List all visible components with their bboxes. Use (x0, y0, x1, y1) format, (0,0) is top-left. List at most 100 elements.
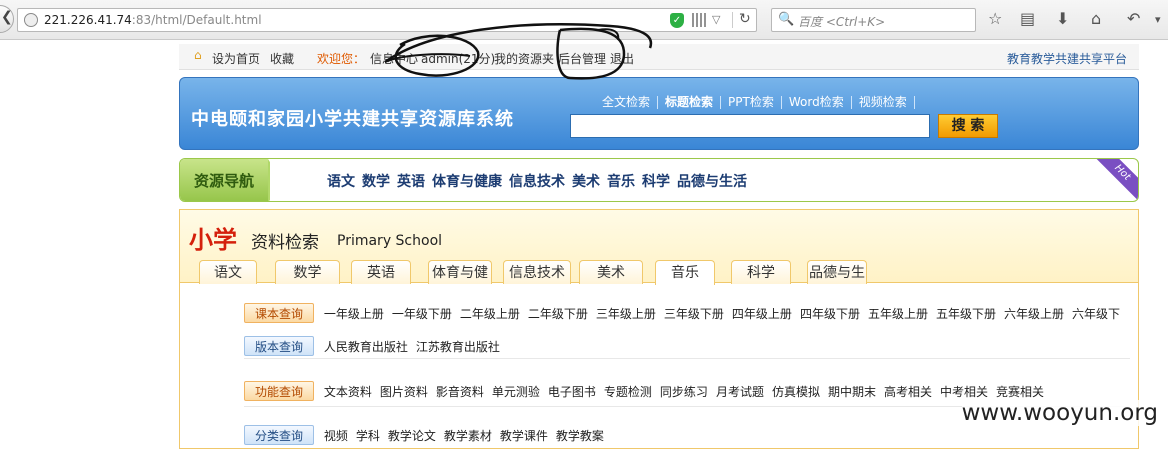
panel-subtitle: 资料检索 (251, 233, 319, 253)
list-item[interactable]: 仿真模拟 (772, 383, 820, 400)
function-query-label: 功能查询 (244, 381, 314, 401)
watermark: www.wooyun.org (961, 400, 1158, 426)
back-button[interactable]: ❮ (0, 5, 14, 33)
tab-ppt-search[interactable]: PPT检索 (721, 96, 782, 109)
tab-music[interactable]: 音乐 (655, 260, 715, 285)
browser-search-input[interactable]: 🔍 百度 <Ctrl+K> (771, 8, 976, 32)
resource-nav-items: 语文 数学 英语 体育与健康 信息技术 美术 音乐 科学 品德与生活 (327, 171, 754, 191)
nav-item-chinese[interactable]: 语文 (327, 171, 355, 191)
tab-chinese[interactable]: 语文 (199, 260, 257, 284)
site-banner: 中电颐和家园小学共建共享资源库系统 全文检索 标题检索 PPT检索 Word检索 视频检… (179, 77, 1139, 150)
reload-icon[interactable]: ↻ (739, 11, 751, 27)
list-item[interactable]: 教学课件 (500, 427, 548, 444)
tab-english[interactable]: 英语 (351, 260, 411, 284)
list-item[interactable]: 二年级上册 (460, 305, 520, 322)
tab-morality[interactable]: 品德与生 (807, 260, 867, 284)
textbook-query-row: 课本查询 一年级上册 一年级下册 二年级上册 二年级下册 三年级上册 三年级下册 四年级上册… (244, 303, 1128, 323)
tab-title-search[interactable]: 标题检索 (658, 96, 722, 109)
list-item[interactable]: 四年级上册 (732, 305, 792, 322)
address-bar[interactable]: 221.226.41.74:83/html/Default.html ✓ ▽ ↻ (17, 8, 757, 32)
top-strip: ⌂ 设为首页 收藏 欢迎您： 信息中心 admin(21分) 我的资源夹 后台管… (179, 44, 1139, 70)
search-icon: 🔍 (778, 12, 795, 27)
nav-item-music[interactable]: 音乐 (607, 171, 635, 191)
nav-item-math[interactable]: 数学 (362, 171, 390, 191)
list-item[interactable]: 六年级上册 (1004, 305, 1064, 322)
nav-arrow-shape-inner (270, 159, 284, 201)
list-item[interactable]: 视频 (324, 427, 348, 444)
list-item[interactable]: 竞赛相关 (996, 383, 1044, 400)
globe-icon (24, 13, 38, 27)
list-item[interactable]: 六年级下 (1072, 305, 1120, 322)
undo-icon[interactable]: ↶ (1127, 9, 1140, 28)
list-item[interactable]: 专题检测 (604, 383, 652, 400)
user-link[interactable]: admin(21分) (421, 50, 495, 67)
list-item[interactable]: 五年级上册 (868, 305, 928, 322)
set-homepage-link[interactable]: 设为首页 (212, 50, 260, 67)
tab-science[interactable]: 科学 (731, 260, 791, 284)
search-button[interactable]: 搜 索 (938, 114, 998, 138)
list-item[interactable]: 期中期末 (828, 383, 876, 400)
divider (732, 12, 733, 28)
platform-link[interactable]: 教育教学共建共享平台 (1007, 50, 1127, 67)
list-item[interactable]: 文本资料 (324, 383, 372, 400)
nav-item-morality[interactable]: 品德与生活 (677, 171, 747, 191)
list-item[interactable]: 电子图书 (548, 383, 596, 400)
list-item[interactable]: 二年级下册 (528, 305, 588, 322)
star-icon[interactable]: ☆ (988, 9, 1002, 28)
list-item[interactable]: 同步练习 (660, 383, 708, 400)
my-resources-link[interactable]: 我的资源夹 (494, 50, 554, 67)
site-search-input[interactable] (570, 114, 930, 138)
welcome-label: 欢迎您： (317, 52, 366, 66)
list-item[interactable]: 江苏教育出版社 (416, 338, 500, 355)
list-item[interactable]: 单元测验 (492, 383, 540, 400)
search-tabs: 全文检索 标题检索 PPT检索 Word检索 视频检索 (595, 95, 915, 109)
nav-item-english[interactable]: 英语 (397, 171, 425, 191)
version-query-label: 版本查询 (244, 336, 314, 356)
version-query-row: 版本查询 人民教育出版社 江苏教育出版社 (244, 336, 508, 356)
tab-word-search[interactable]: Word检索 (782, 96, 852, 109)
tab-it[interactable]: 信息技术 (503, 260, 571, 284)
security-shield-icon[interactable]: ✓ (670, 13, 684, 28)
qr-code-icon[interactable] (692, 13, 706, 27)
category-query-label: 分类查询 (244, 425, 314, 445)
tab-art[interactable]: 美术 (579, 260, 643, 284)
reading-list-icon[interactable]: ▤ (1020, 9, 1035, 28)
tab-video-search[interactable]: 视频检索 (852, 96, 915, 109)
logout-link[interactable]: 退出 (610, 50, 634, 67)
list-item[interactable]: 学科 (356, 427, 380, 444)
list-item[interactable]: 四年级下册 (800, 305, 860, 322)
tab-math[interactable]: 数学 (275, 260, 340, 284)
list-item[interactable]: 三年级下册 (664, 305, 724, 322)
list-item[interactable]: 中考相关 (940, 383, 988, 400)
list-item[interactable]: 一年级下册 (392, 305, 452, 322)
list-item[interactable]: 五年级下册 (936, 305, 996, 322)
tab-fulltext-search[interactable]: 全文检索 (595, 96, 659, 109)
list-item[interactable]: 图片资料 (380, 383, 428, 400)
list-item[interactable]: 影音资料 (436, 383, 484, 400)
info-center-link[interactable]: 信息中心 (370, 50, 418, 67)
nav-item-art[interactable]: 美术 (572, 171, 600, 191)
nav-item-science[interactable]: 科学 (642, 171, 670, 191)
list-item[interactable]: 高考相关 (884, 383, 932, 400)
list-item[interactable]: 三年级上册 (596, 305, 656, 322)
tab-pe[interactable]: 体育与健 (428, 260, 492, 284)
home-icon: ⌂ (194, 48, 202, 62)
list-item[interactable]: 教学论文 (388, 427, 436, 444)
admin-panel-link[interactable]: 后台管理 (558, 50, 606, 67)
site-title: 中电颐和家园小学共建共享资源库系统 (191, 109, 514, 130)
chevron-down-icon[interactable]: ▽ (712, 13, 720, 26)
list-item[interactable]: 一年级上册 (324, 305, 384, 322)
function-query-row: 功能查询 文本资料 图片资料 影音资料 单元测验 电子图书 专题检测 同步练习 月考试题 仿真模… (244, 381, 1052, 401)
favorite-link[interactable]: 收藏 (270, 50, 294, 67)
menu-chevron-icon[interactable]: ▾ (1155, 13, 1161, 26)
list-item[interactable]: 教学素材 (444, 427, 492, 444)
nav-item-it[interactable]: 信息技术 (509, 171, 565, 191)
list-item[interactable]: 月考试题 (716, 383, 764, 400)
list-item[interactable]: 人民教育出版社 (324, 338, 408, 355)
list-item[interactable]: 教学教案 (556, 427, 604, 444)
url-text[interactable]: 221.226.41.74:83/html/Default.html (44, 13, 262, 27)
home-icon[interactable]: ⌂ (1091, 9, 1101, 28)
panel-english-title: Primary School (337, 233, 443, 249)
nav-item-pe[interactable]: 体育与健康 (432, 171, 502, 191)
download-icon[interactable]: ⬇ (1056, 9, 1069, 28)
